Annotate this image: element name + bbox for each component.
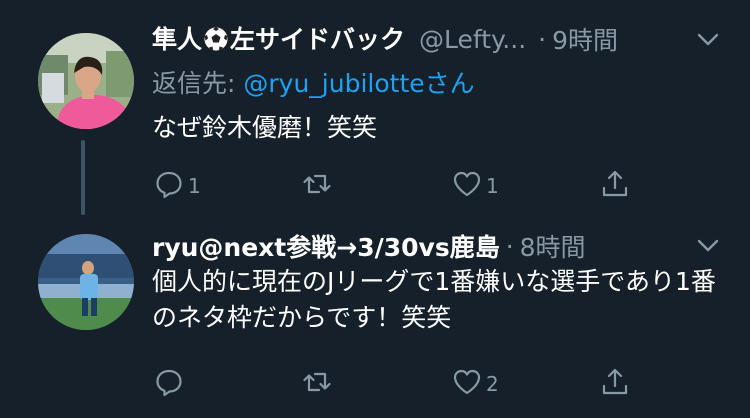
reply-icon [154,367,184,401]
retweet-button[interactable] [302,367,336,401]
separator-dot: · [505,231,514,261]
retweet-icon [302,169,332,203]
share-icon [600,367,630,401]
like-button[interactable]: 1 [452,169,499,203]
replying-to: 返信先: @ryu_jubilotteさん [152,69,475,98]
like-count: 1 [486,174,499,198]
reply-count: 1 [188,174,201,198]
soccer-ball-icon [203,26,229,58]
like-icon [452,367,482,401]
tweet-actions: 2 [150,367,650,401]
avatar[interactable] [38,33,134,129]
retweet-icon [302,367,332,401]
display-name[interactable]: 隼人 左サイドバック [152,20,405,58]
avatar[interactable] [38,234,134,330]
display-name[interactable]: ryu@next参戦→3/30vs鹿島 [152,228,500,264]
like-count: 2 [486,372,499,396]
tweet-actions: 1 1 [150,169,650,203]
user-handle[interactable]: @Lefty... [419,25,526,54]
tweet-header: 隼人 左サイドバック @Lefty... · 9時間 [152,19,730,59]
tweet-reply-parent[interactable]: 隼人 左サイドバック @Lefty... · 9時間 返信先: @ryu_jubi… [0,0,750,222]
tweet-text: 個人的に現在のJリーグで1番嫌いな選手であり1番のネタ枠だからです！笑笑 [152,267,716,332]
tweet-header: ryu@next参戦→3/30vs鹿島 · 8時間 [152,226,730,266]
timestamp[interactable]: 9時間 [552,21,618,57]
tweet-reply[interactable]: ryu@next参戦→3/30vs鹿島 · 8時間 個人的に現在のJリーグで1番… [0,222,750,418]
mention-link[interactable]: @ryu_jubilotte [243,69,424,98]
retweet-button[interactable] [302,169,336,203]
share-button[interactable] [600,169,630,203]
timestamp[interactable]: 8時間 [520,228,586,264]
separator-dot: · [538,24,547,54]
share-button[interactable] [600,367,630,401]
share-icon [600,169,630,203]
like-icon [452,169,482,203]
chevron-down-icon[interactable] [694,26,722,54]
like-button[interactable]: 2 [452,367,499,401]
thread-line [81,140,85,215]
tweet-text: なぜ鈴木優磨！笑笑 [152,113,378,142]
reply-button[interactable] [154,367,188,401]
reply-icon [154,169,184,203]
chevron-down-icon[interactable] [694,232,722,260]
reply-button[interactable]: 1 [154,169,201,203]
